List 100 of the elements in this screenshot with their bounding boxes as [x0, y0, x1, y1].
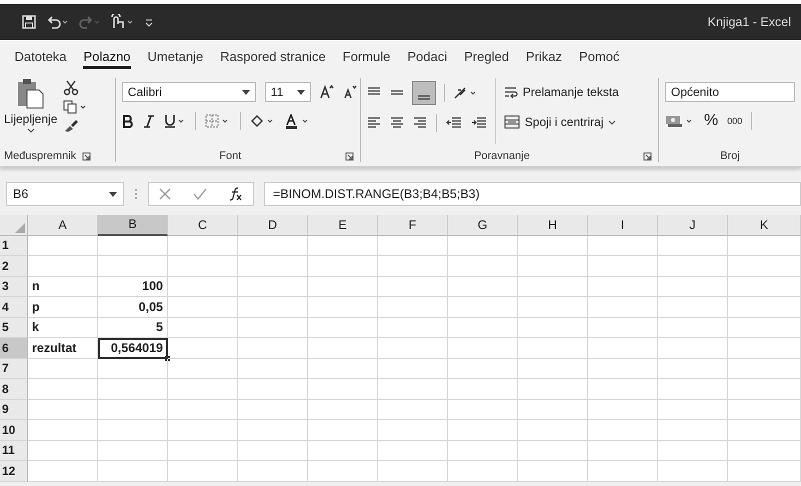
table-cell [448, 256, 518, 276]
ribbon-tab[interactable]: Pomoć [570, 40, 628, 72]
table-cell [658, 400, 728, 420]
column-header[interactable]: E [308, 215, 378, 236]
table-cell [98, 440, 168, 461]
table-cell [378, 420, 448, 440]
fill-handle[interactable] [165, 356, 170, 360]
caret-icon [26, 128, 35, 134]
table-cell [658, 236, 728, 256]
undo-icon[interactable] [46, 15, 68, 29]
align-right-icon[interactable] [412, 116, 427, 130]
function-icon[interactable] [229, 187, 243, 201]
decrease-indent-icon[interactable] [446, 116, 462, 130]
underline-icon[interactable] [164, 114, 186, 128]
table-cell [588, 461, 658, 482]
ribbon-tab[interactable]: Raspored stranice [212, 40, 334, 72]
ribbon-tab[interactable]: Datoteka [6, 40, 76, 72]
row-header[interactable]: 3 [0, 276, 28, 297]
row-header[interactable]: 12 [0, 461, 28, 482]
column-header[interactable]: B [98, 215, 168, 236]
name-box[interactable]: B6 [6, 182, 124, 206]
row-header[interactable]: 1 [0, 236, 28, 256]
redo-icon[interactable] [78, 15, 100, 29]
touch-icon[interactable] [110, 14, 134, 30]
table-cell: 0,564019 [98, 338, 168, 358]
table-cell [308, 420, 378, 440]
ribbon-tab[interactable]: Umetanje [139, 40, 212, 72]
column-header[interactable]: C [168, 215, 238, 236]
copy-icon[interactable] [63, 100, 88, 114]
launcher-icon[interactable] [82, 152, 92, 160]
table-cell [518, 358, 588, 379]
bold-icon[interactable] [122, 114, 134, 128]
table-cell [448, 358, 518, 379]
save-icon[interactable] [22, 15, 36, 29]
grow-font-icon[interactable] [320, 85, 334, 99]
row-header[interactable]: 5 [0, 318, 28, 338]
table-cell [28, 440, 98, 461]
table-cell [448, 440, 518, 461]
table-cell [98, 400, 168, 420]
brush-icon[interactable] [63, 118, 80, 132]
row-header[interactable]: 10 [0, 420, 28, 440]
table-cell [378, 297, 448, 318]
table-cell [518, 276, 588, 297]
table-cell [308, 318, 378, 338]
table-cell [448, 318, 518, 338]
table-cell [168, 420, 238, 440]
shrink-font-icon[interactable] [342, 85, 357, 99]
paste-button[interactable]: Lijepljenje [4, 78, 58, 140]
increase-indent-icon[interactable] [470, 116, 487, 130]
table-cell [588, 420, 658, 440]
percent-button[interactable]: % [704, 112, 718, 130]
table-cell [518, 440, 588, 461]
launcher-icon[interactable] [344, 152, 354, 160]
align-center-icon[interactable] [390, 116, 404, 130]
ribbon-tab[interactable]: Prikaz [517, 40, 571, 72]
group-label: Font [219, 150, 242, 162]
check-icon[interactable] [193, 188, 207, 200]
italic-icon[interactable] [142, 114, 155, 128]
column-header[interactable]: I [588, 215, 658, 236]
ribbon-tab[interactable]: Podaci [398, 40, 456, 72]
column-header[interactable]: A [28, 215, 98, 236]
launcher-icon[interactable] [643, 152, 652, 160]
wrap-text-button[interactable]: Prelamanje teksta [504, 82, 619, 102]
merge-center-button[interactable]: Spoji i centriraj [504, 112, 619, 132]
ribbon-tab[interactable]: Polazno [75, 40, 140, 72]
font-name-field[interactable]: Calibri [122, 82, 256, 102]
number-format-field[interactable]: Općenito [665, 82, 795, 102]
align-left-icon[interactable] [366, 116, 381, 130]
row-header[interactable]: 6 [0, 338, 28, 358]
column-header[interactable]: D [238, 215, 308, 236]
table-cell [98, 420, 168, 440]
table-cell [518, 256, 588, 276]
clipboard-icon [16, 78, 46, 110]
column-header[interactable]: H [518, 215, 588, 236]
row-header[interactable]: 8 [0, 379, 28, 400]
table-cell [518, 338, 588, 358]
column-header[interactable]: K [728, 215, 801, 236]
ribbon-tab[interactable]: Formule [334, 40, 399, 72]
font-size-field[interactable]: 11 [264, 82, 311, 102]
table-cell [168, 297, 238, 318]
ribbon-tab[interactable]: Pregled [456, 40, 518, 72]
row-header[interactable]: 7 [0, 358, 28, 379]
table-cell [28, 420, 98, 440]
table-cell [448, 338, 518, 358]
column-header[interactable]: F [378, 215, 448, 236]
group-label: Broj [720, 150, 740, 162]
row-header[interactable]: 2 [0, 256, 28, 276]
table-cell [168, 318, 238, 338]
align-bottom-icon[interactable] [412, 82, 435, 104]
column-header[interactable]: J [658, 215, 728, 236]
formula-field[interactable]: =BINOM.DIST.RANGE(B3;B4;B5;B3) [264, 182, 801, 206]
row-header[interactable]: 4 [0, 297, 28, 318]
column-header[interactable]: G [448, 215, 518, 236]
cancel-icon[interactable] [159, 188, 171, 200]
row-header[interactable]: 11 [0, 440, 28, 461]
row-header[interactable]: 9 [0, 400, 28, 420]
scissors-icon[interactable] [63, 80, 80, 96]
table-cell [28, 358, 98, 379]
thousands-button[interactable]: 000 [727, 116, 742, 126]
table-cell [448, 379, 518, 400]
